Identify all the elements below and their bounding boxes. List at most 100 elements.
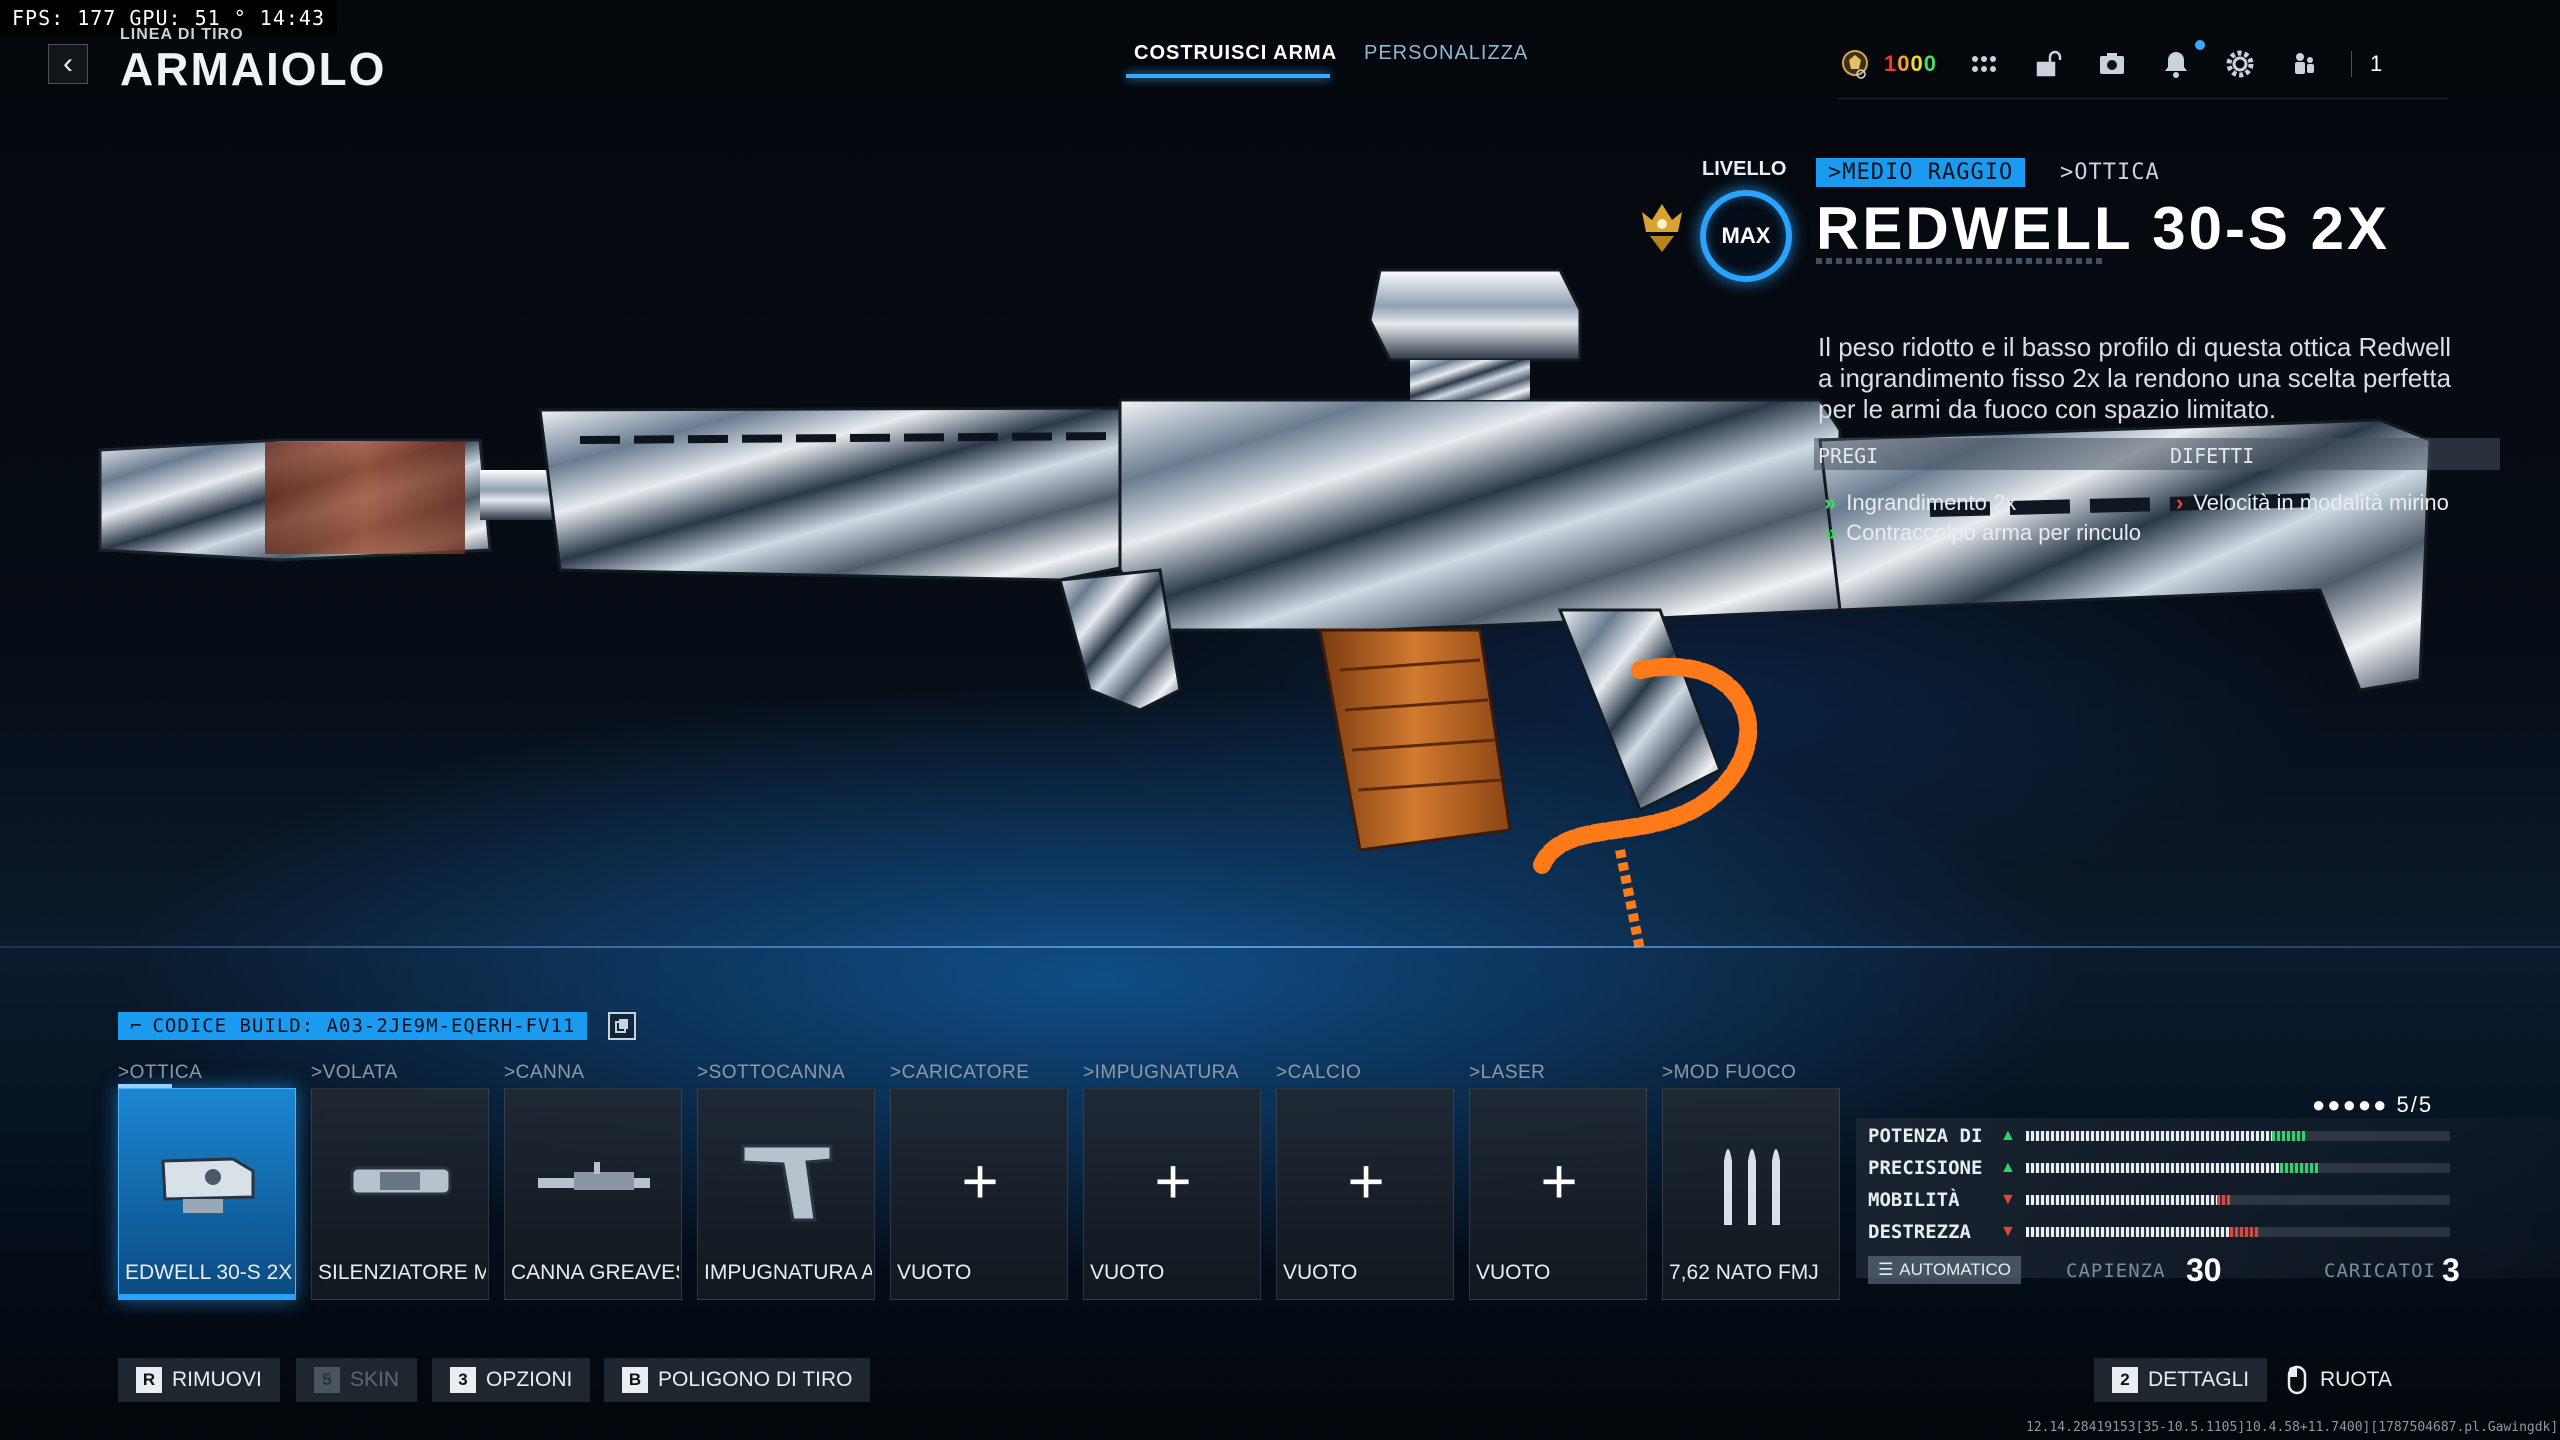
unlock-icon[interactable] [2031, 47, 2065, 81]
suppressor-icon [312, 1125, 488, 1237]
capacity-value: 30 [2186, 1252, 2222, 1288]
level-label: LIVELLO [1702, 158, 1787, 180]
tab-customize[interactable]: PERSONALIZZA [1364, 42, 1528, 65]
tab-build-weapon[interactable]: COSTRUISCI ARMA [1134, 42, 1337, 65]
slot-category: >CALCIO [1276, 1062, 1362, 1083]
action-label: RUOTA [2320, 1368, 2392, 1391]
rank-emblem-icon[interactable] [1838, 47, 1872, 81]
prestige-crown-icon [1642, 204, 1682, 252]
level-max-badge: MAX [1700, 190, 1792, 282]
details-button[interactable]: 2 DETTAGLI [2094, 1358, 2268, 1402]
plus-icon: + [1540, 1145, 1578, 1217]
action-label: SKIN [350, 1368, 400, 1391]
stat-name: MOBILITÀ [1868, 1189, 1960, 1211]
arrow-up-icon: ▲ [2000, 1159, 2016, 1176]
slot-category: >IMPUGNATURA [1083, 1062, 1240, 1083]
chevron-down-icon: › [2176, 490, 2184, 515]
party-icon[interactable] [2287, 47, 2321, 81]
camera-icon[interactable] [2095, 47, 2129, 81]
slot-laser[interactable]: + VUOTO [1469, 1088, 1647, 1300]
plus-icon: + [1154, 1145, 1192, 1217]
pros-label: PREGI [1818, 444, 1879, 468]
firing-range-button[interactable]: B POLIGONO DI TIRO [604, 1358, 871, 1402]
notifications-bell-icon[interactable] [2159, 47, 2193, 81]
copy-build-code-button[interactable] [608, 1012, 636, 1040]
active-slot-underline [118, 1294, 296, 1300]
chevron-up-icon: » [1824, 490, 1837, 515]
currency-digit-2: 0 [1897, 51, 1911, 76]
action-label: OPZIONI [486, 1368, 573, 1391]
slot-label: SILENZIATORE M [318, 1261, 486, 1284]
stat-bar-fill [2026, 1163, 2281, 1173]
floor-glow-line [0, 946, 2560, 948]
slot-label: 7,62 NATO FMJ [1669, 1261, 1819, 1284]
options-button[interactable]: 3 OPZIONI [432, 1358, 591, 1402]
stat-row: DESTREZZA ▼ [1868, 1218, 2468, 1246]
stat-name: DESTREZZA [1868, 1221, 1971, 1243]
slot-stock[interactable]: + VUOTO [1276, 1088, 1454, 1300]
stat-bar-fill [2026, 1131, 2272, 1141]
active-tab-indicator [1126, 74, 1330, 78]
attachment-description: Il peso ridotto e il basso profilo di qu… [1818, 332, 2452, 424]
page-title: ARMAIOLO [120, 43, 387, 95]
slot-underbarrel[interactable]: IMPUGNATURA A [697, 1088, 875, 1300]
slot-category: >LASER [1469, 1062, 1546, 1083]
slot-label: VUOTO [1283, 1261, 1358, 1284]
fire-mode-tag: ☰ AUTOMATICO [1868, 1256, 2022, 1284]
copy-icon [615, 1019, 628, 1033]
slot-magazine[interactable]: + VUOTO [890, 1088, 1068, 1300]
top-bar: 1000 1 [1838, 36, 2382, 92]
build-code-text: CODICE BUILD: A03-2JE9M-EQERH-FV11 [152, 1015, 576, 1037]
plus-icon: + [961, 1145, 999, 1217]
rotate-button[interactable]: RUOTA [2266, 1358, 2410, 1402]
key-hint: 3 [450, 1367, 476, 1393]
notification-badge [2195, 40, 2205, 50]
ammo-icon [1663, 1125, 1839, 1237]
stat-bar-delta [2271, 1131, 2306, 1141]
category-tag: >MEDIO RAGGIO [1816, 158, 2026, 187]
stat-row: POTENZA DI ▲ [1868, 1122, 2468, 1150]
con-text: Velocità in modalità mirino [2193, 490, 2449, 515]
grid-menu-icon[interactable] [1967, 47, 2001, 81]
slot-label: VUOTO [1476, 1261, 1551, 1284]
stat-name: POTENZA DI [1868, 1125, 1983, 1147]
slot-muzzle[interactable]: SILENZIATORE M [311, 1088, 489, 1300]
slot-barrel[interactable]: CANNA GREAVES [504, 1088, 682, 1300]
action-label: POLIGONO DI TIRO [658, 1368, 853, 1391]
action-label: DETTAGLI [2148, 1368, 2250, 1391]
pro-text: Ingrandimento 2x [1846, 490, 2017, 515]
key-hint: B [622, 1367, 648, 1393]
stat-bar [2026, 1195, 2450, 1205]
player-count: 1 [2351, 51, 2382, 77]
slot-fire-mod[interactable]: 7,62 NATO FMJ [1662, 1088, 1840, 1300]
build-code-tag[interactable]: ⌐ CODICE BUILD: A03-2JE9M-EQERH-FV11 [118, 1012, 588, 1040]
slot-category: >VOLATA [311, 1062, 398, 1083]
stat-bar-delta [2229, 1227, 2260, 1237]
chevron-up-icon: » [1824, 520, 1837, 545]
stat-row: MOBILITÀ ▼ [1868, 1186, 2468, 1214]
arrow-up-icon: ▲ [2000, 1127, 2016, 1144]
arrow-down-icon: ▼ [2000, 1191, 2016, 1208]
stat-bar [2026, 1227, 2450, 1237]
pro-item: » Ingrandimento 2x [1824, 490, 2016, 516]
currency-counter: 1000 [1884, 51, 1937, 77]
remove-button[interactable]: R RIMUOVI [118, 1358, 280, 1402]
back-button[interactable]: ‹ [48, 44, 88, 84]
gear-icon[interactable] [2223, 47, 2257, 81]
slot-category: >CANNA [504, 1062, 585, 1083]
stat-bar-delta [2216, 1195, 2230, 1205]
pros-cons-header [1814, 438, 2500, 470]
slot-label: EDWELL 30-S 2X [125, 1261, 293, 1284]
chevron-left-icon: ‹ [63, 47, 73, 80]
subcategory-tag: >OTTICA [2060, 160, 2160, 185]
stat-bar-fill [2026, 1227, 2230, 1237]
slot-label: IMPUGNATURA A [704, 1261, 872, 1284]
slot-category: >MOD FUOCO [1662, 1062, 1797, 1083]
slot-rear-grip[interactable]: + VUOTO [1083, 1088, 1261, 1300]
attachment-name: REDWELL 30-S 2X [1816, 195, 2391, 262]
skin-button[interactable]: 5 SKIN [296, 1358, 418, 1402]
slot-optic[interactable]: EDWELL 30-S 2X [118, 1088, 296, 1300]
plus-icon: + [1347, 1145, 1385, 1217]
stat-bar [2026, 1163, 2450, 1173]
stat-bar-fill [2026, 1195, 2217, 1205]
